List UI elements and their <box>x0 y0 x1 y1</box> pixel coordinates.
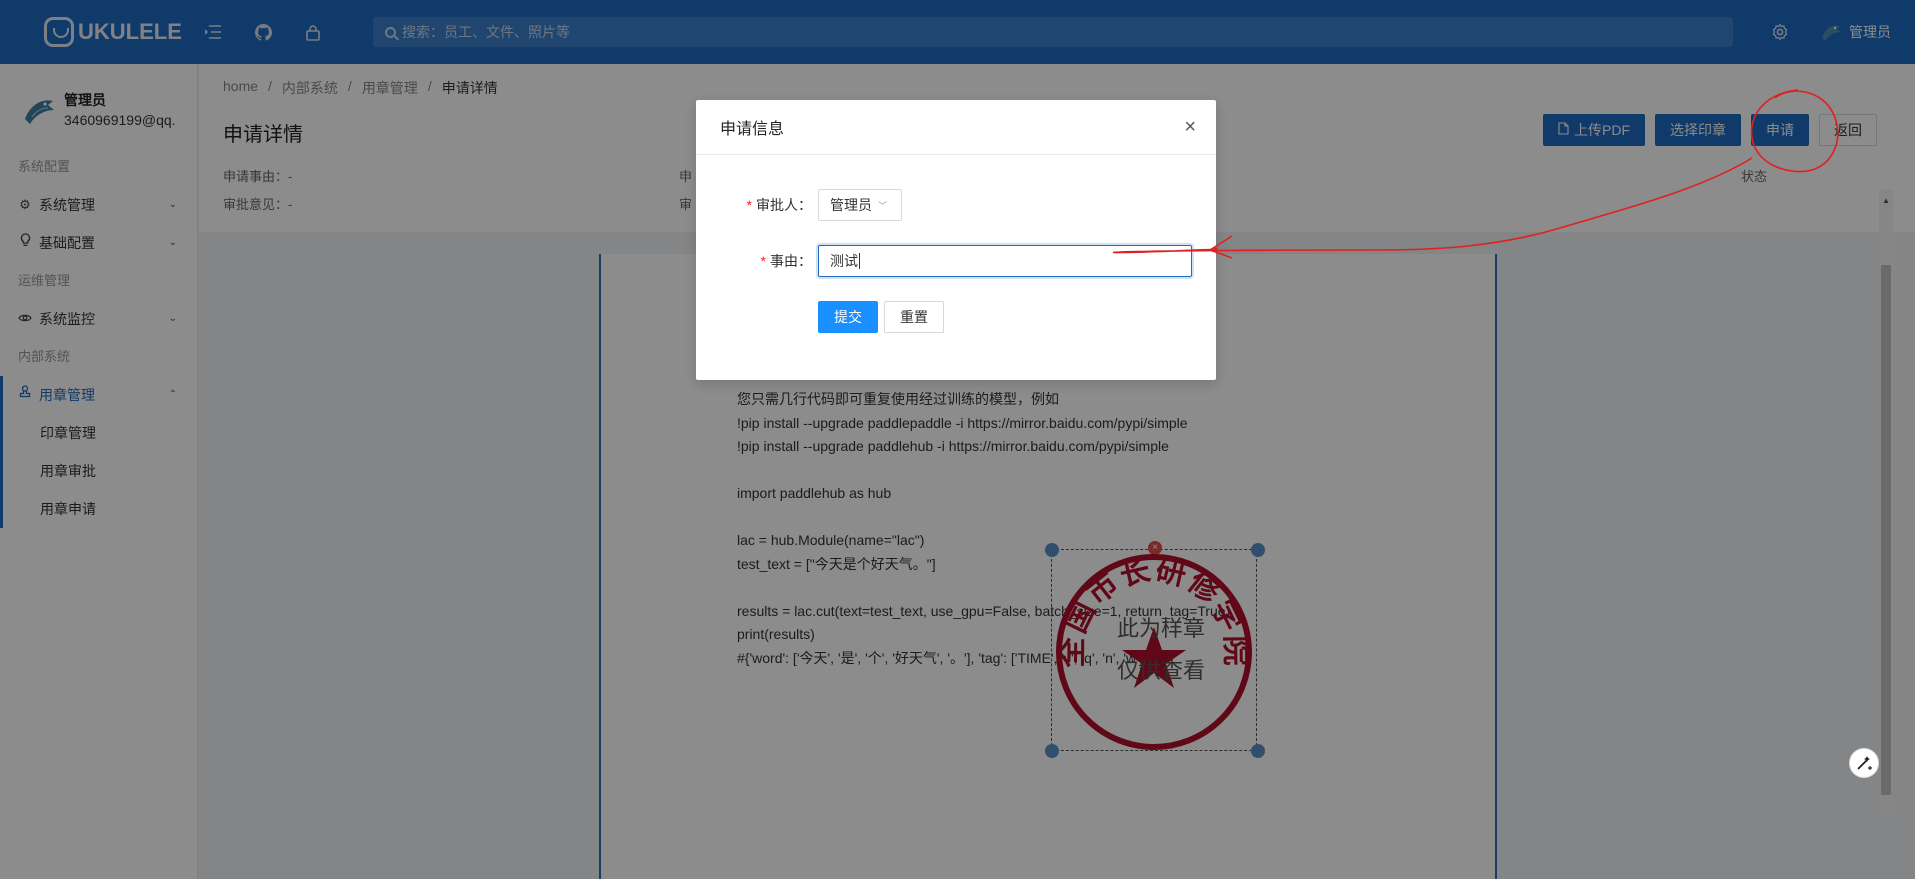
reason-label: * 事由： <box>760 253 812 269</box>
form-buttons: 提交 重置 <box>818 301 944 333</box>
reason-value: 测试 <box>830 253 858 269</box>
text-caret <box>859 253 860 269</box>
reason-input[interactable]: 测试 <box>818 245 1192 277</box>
reason-row: * 事由： 测试 <box>696 245 1192 277</box>
submit-button[interactable]: 提交 <box>818 301 878 333</box>
approver-value: 管理员 <box>830 197 872 213</box>
required-mark: * <box>760 253 766 269</box>
reset-button[interactable]: 重置 <box>884 301 944 333</box>
magic-tool-icon[interactable] <box>1849 748 1879 778</box>
approver-label: * 审批人： <box>746 197 812 213</box>
apply-info-modal: 申请信息 × * 审批人： 管理员 ﹀ * 事由： 测试 提交 重置 <box>696 100 1216 380</box>
chevron-down-icon: ﹀ <box>878 200 888 211</box>
approver-select[interactable]: 管理员 ﹀ <box>818 189 902 221</box>
close-icon[interactable]: × <box>1184 117 1196 137</box>
modal-title: 申请信息 <box>720 121 785 138</box>
approver-row: * 审批人： 管理员 ﹀ <box>696 189 902 221</box>
required-mark: * <box>746 197 752 213</box>
